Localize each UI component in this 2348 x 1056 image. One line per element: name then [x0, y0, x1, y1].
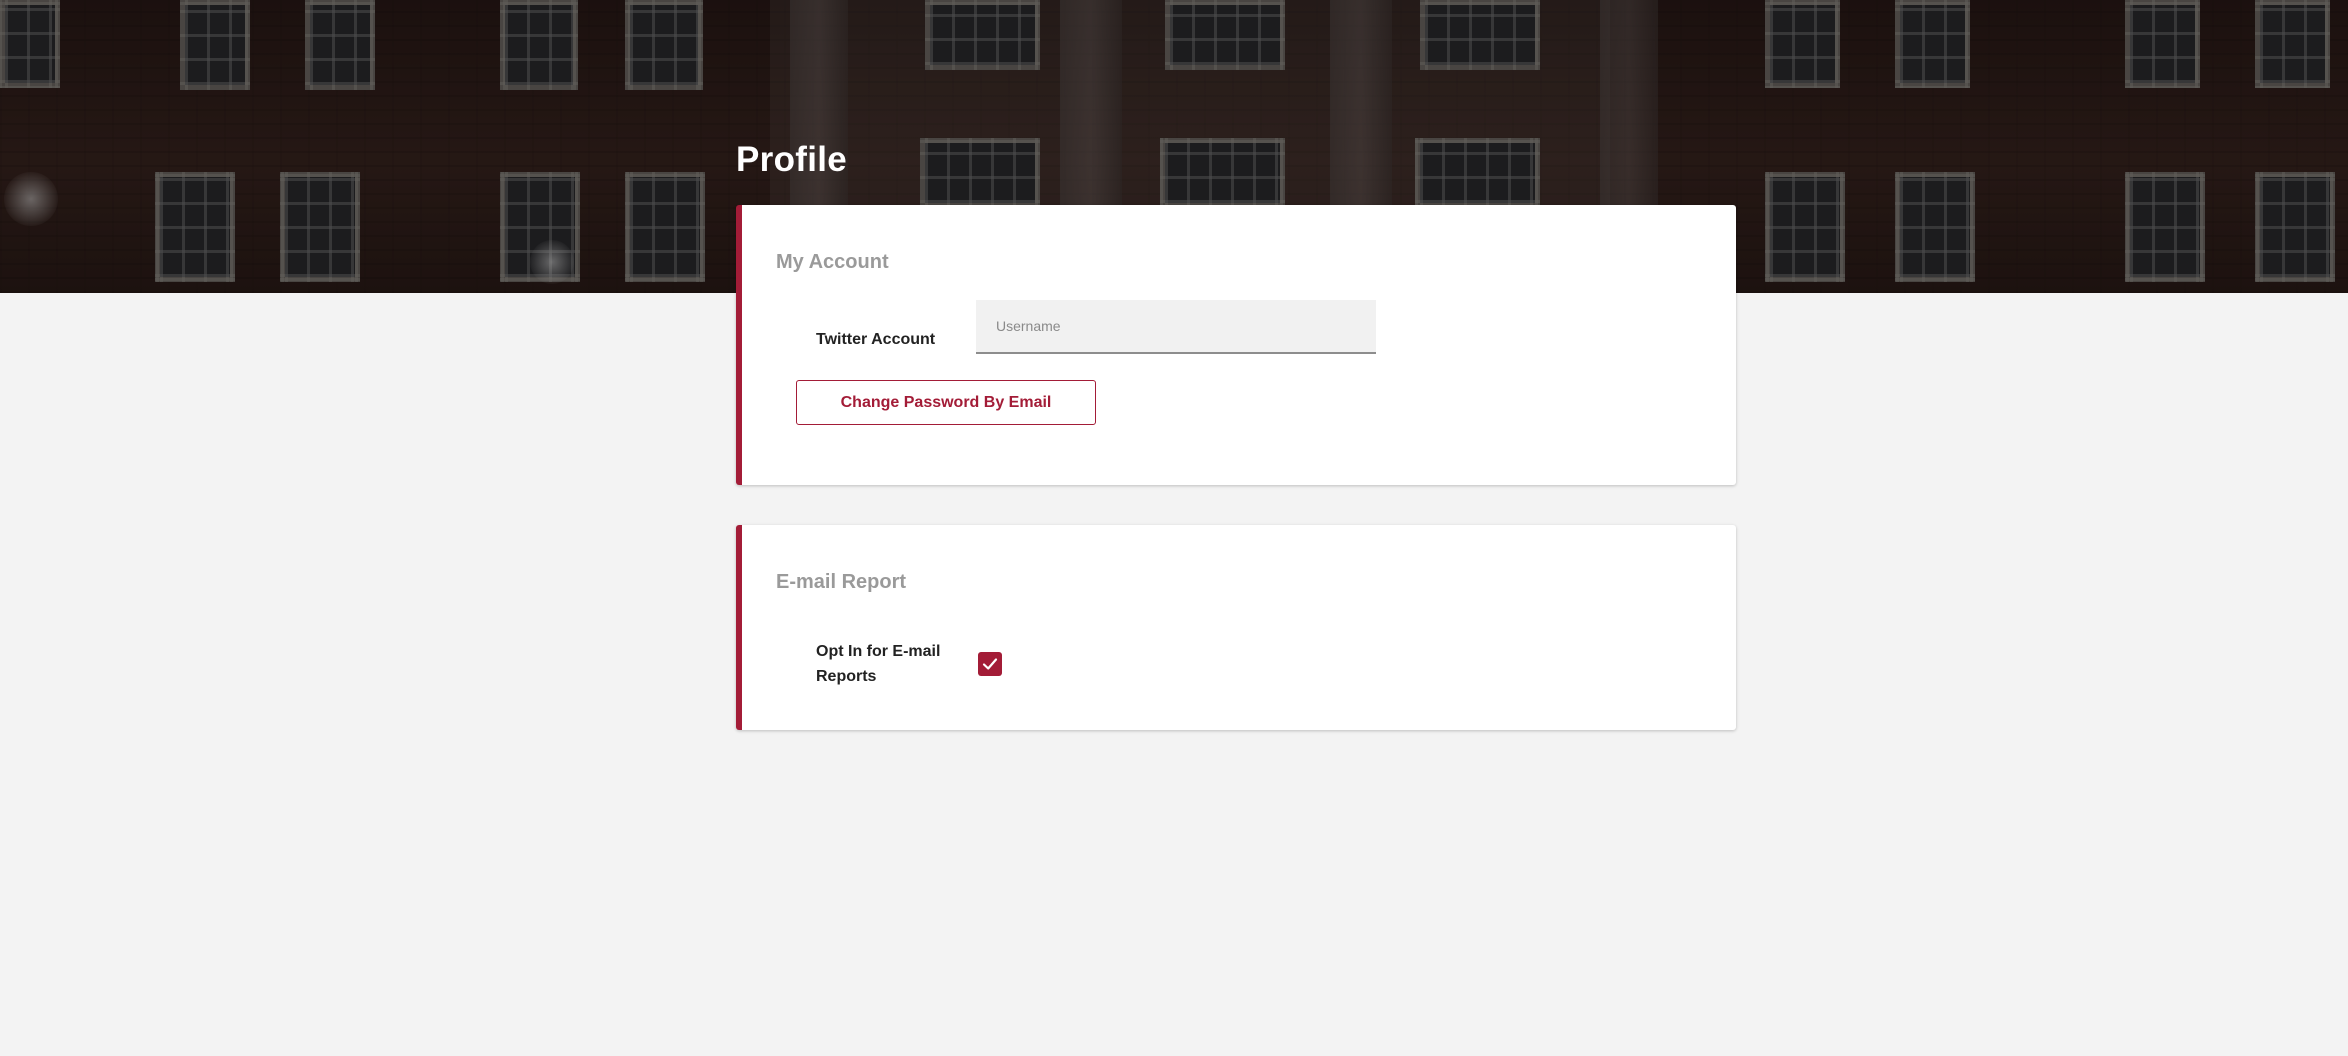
twitter-username-input[interactable]: [976, 300, 1376, 354]
page-title: Profile: [736, 140, 848, 179]
twitter-account-label: Twitter Account: [816, 331, 936, 348]
email-report-title: E-mail Report: [776, 571, 907, 593]
email-report-card: E-mail Report Opt In for E-mail Reports: [736, 525, 1736, 730]
check-icon: [982, 658, 998, 670]
change-password-button[interactable]: Change Password By Email: [796, 380, 1096, 425]
opt-in-checkbox[interactable]: [978, 652, 1002, 676]
my-account-title: My Account: [776, 251, 889, 273]
opt-in-label: Opt In for E-mail Reports: [816, 643, 941, 685]
my-account-card: My Account Twitter Account Change Passwo…: [736, 205, 1736, 485]
